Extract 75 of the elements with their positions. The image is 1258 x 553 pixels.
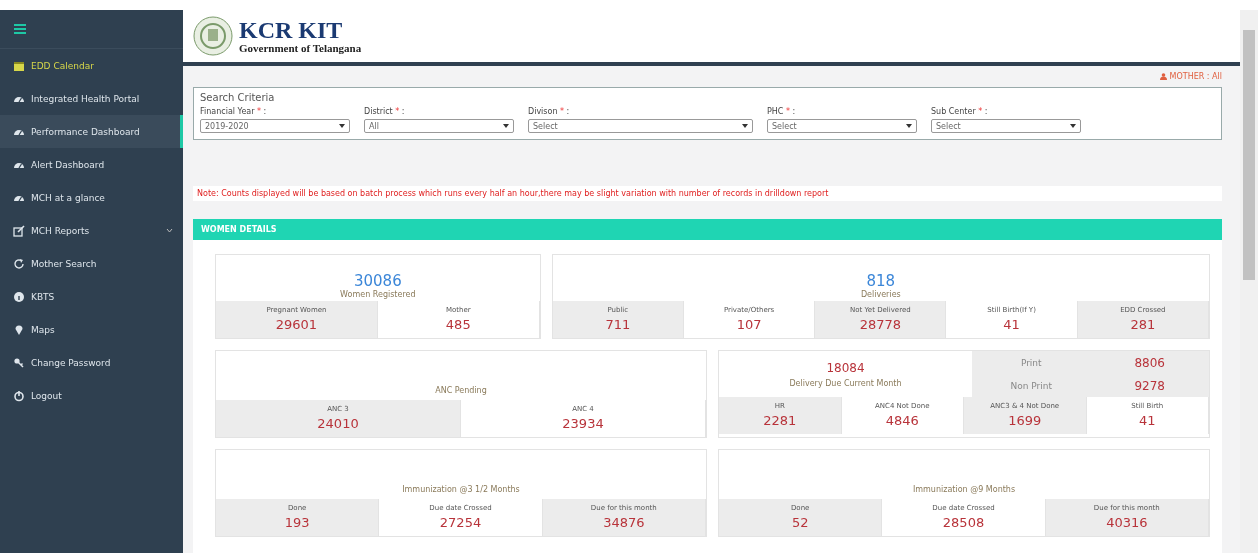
stat-value: 24010 [317, 416, 359, 431]
dropdown-field[interactable]: 2019-2020 [200, 119, 350, 133]
print-value: 8806 [1134, 355, 1165, 370]
stat-value: 52 [791, 515, 809, 530]
stat-value: 281 [1130, 317, 1156, 332]
sidebar-item[interactable]: Change Password [0, 346, 183, 379]
sidebar-item[interactable]: Maps [0, 313, 183, 346]
emblem-icon [193, 16, 233, 56]
print-value: 9278 [1134, 378, 1165, 393]
sidebar-item[interactable]: Alert Dashboard [0, 148, 183, 181]
dropdown-field[interactable]: Select [767, 119, 917, 133]
sidebar-item[interactable]: Mother Search [0, 247, 183, 280]
card-title: Immunization @3 1/2 Months [402, 485, 520, 494]
stat-value: 41 [1003, 317, 1020, 332]
caret-icon [742, 124, 748, 128]
sidebar-item[interactable]: MCH at a glance [0, 181, 183, 214]
user-icon [1159, 73, 1167, 80]
dropdown-field[interactable]: Select [528, 119, 753, 133]
info-icon [13, 290, 25, 303]
sidebar-item[interactable]: MCH Reports [0, 214, 183, 247]
stat-value: 28508 [942, 515, 985, 530]
user-label: MOTHER : All [1159, 72, 1222, 81]
total-value: 30086 [353, 272, 402, 290]
calendar-icon [13, 59, 25, 72]
stat-value: 41 [1138, 413, 1156, 428]
sidebar-item[interactable]: Integrated Health Portal [0, 82, 183, 115]
stat-value: 193 [284, 515, 310, 530]
pin-icon [13, 323, 25, 336]
stat-value: 2281 [763, 413, 797, 428]
edit-icon [13, 224, 25, 237]
caret-icon [906, 124, 912, 128]
field-label: Sub Center * : [931, 107, 989, 116]
field-label: Divison * : [528, 107, 571, 116]
app-title: KCR KIT [239, 18, 344, 42]
dropdown-field[interactable]: Select [931, 119, 1081, 133]
total-value: 818 [866, 272, 896, 290]
card-title: Delivery Due Current Month [789, 378, 902, 388]
stat-value: 4846 [885, 413, 919, 428]
refresh-icon [13, 257, 25, 270]
dropdown-field[interactable]: All [364, 119, 514, 133]
caret-icon [1070, 124, 1076, 128]
sidebar-item[interactable]: Performance Dashboard [0, 115, 183, 148]
sidebar-item[interactable]: KBTS [0, 280, 183, 313]
stat-value: 34876 [603, 515, 645, 530]
stat-value: 40316 [1106, 515, 1148, 530]
stat-value: 28778 [859, 317, 901, 332]
stat-value: 23934 [562, 416, 604, 431]
caret-icon [503, 124, 509, 128]
card-title: Deliveries [860, 290, 901, 299]
menu-icon[interactable] [14, 24, 26, 34]
power-icon [13, 389, 25, 402]
stat-value: 107 [736, 317, 762, 332]
print-label: Non Print [1010, 380, 1052, 391]
stat-value: 1699 [1008, 413, 1042, 428]
caret-icon [339, 124, 345, 128]
field-label: District * : [364, 107, 406, 116]
section-header: WOMEN DETAILS [193, 219, 1222, 240]
card-title: Women Registered [340, 290, 416, 299]
sidebar-item[interactable]: Logout [0, 379, 183, 412]
app-subtitle: Government of Telangana [239, 42, 362, 54]
card-title: Immunization @9 Months [912, 485, 1016, 494]
print-label: Print [1020, 357, 1042, 368]
sidebar-item[interactable]: EDD Calendar [0, 49, 183, 82]
scrollbar[interactable] [1243, 30, 1255, 280]
stat-value: 711 [605, 317, 631, 332]
field-label: PHC * : [767, 107, 797, 116]
stat-value: 27254 [439, 515, 482, 530]
field-label: Financial Year * : [200, 107, 268, 116]
panel-title: Search Criteria [200, 92, 276, 103]
total-value: 18084 [826, 360, 865, 375]
key-icon [13, 356, 25, 369]
stat-value: 29601 [275, 317, 318, 332]
stat-value: 485 [445, 317, 471, 332]
card-title: ANC Pending [435, 386, 487, 395]
note-text: Note: Counts displayed will be based on batch process which runs every half an hour,there may be slight variation with number of records in drilldown report [193, 186, 1222, 201]
